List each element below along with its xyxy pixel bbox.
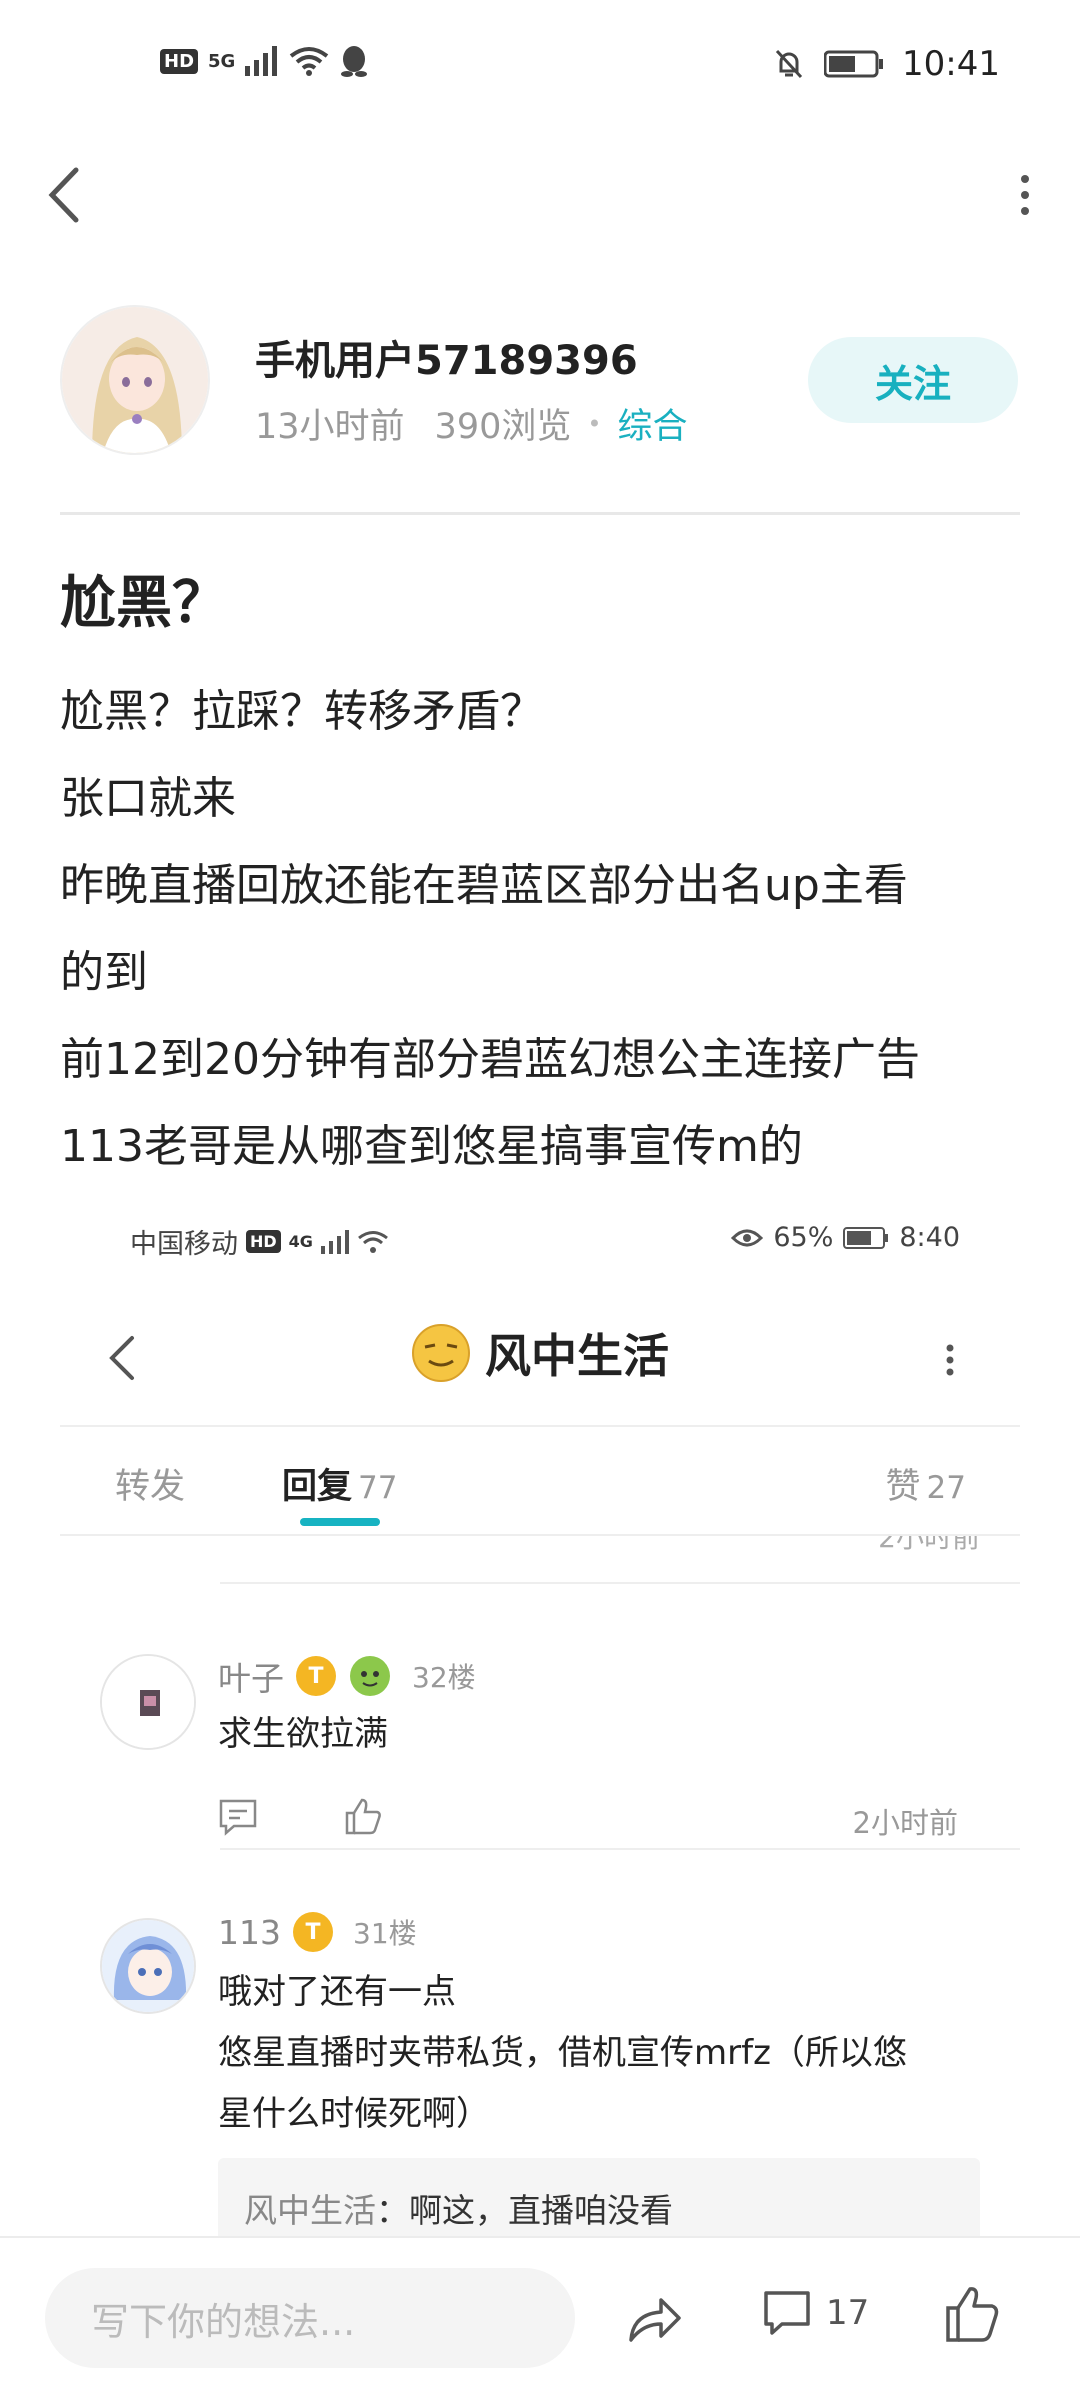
- post-line: 尬黑？拉踩？转移矛盾？: [60, 686, 544, 737]
- tab-like-count: 27: [926, 1470, 966, 1506]
- divider: [60, 512, 1020, 515]
- embedded-screenshot[interactable]: 中国移动 HD 4G 65% 8:40 风中生活 转发 回复 77 赞 27 2小时…: [60, 1200, 1020, 2240]
- wifi-icon: [290, 47, 329, 76]
- comment-time: 2小时前: [852, 1806, 958, 1840]
- previous-comment-peek: 2小时前: [220, 1536, 1020, 1560]
- like-icon[interactable]: [944, 2284, 1000, 2344]
- peek-time: 2小时前: [878, 1536, 980, 1554]
- divider: [220, 1582, 1020, 1584]
- comment-header: 叶子 T 32楼: [218, 1652, 476, 1700]
- embedded-header: 风中生活: [60, 1280, 1020, 1425]
- comment-header: 113 T 31楼: [218, 1912, 417, 1952]
- comment-text: 求生欲拉满: [218, 1714, 388, 1754]
- meta-dot: •: [587, 409, 602, 438]
- comment-avatar[interactable]: [100, 1654, 196, 1750]
- embedded-wifi-icon: [358, 1230, 388, 1253]
- comment-icon: [764, 2291, 810, 2335]
- mute-bell-icon: [775, 49, 803, 79]
- comment-count-button[interactable]: 17: [762, 2288, 869, 2338]
- tab-like[interactable]: 赞 27: [886, 1458, 966, 1509]
- bottom-bar: 写下你的想法... 17: [0, 2236, 1080, 2400]
- embedded-clock: 8:40: [899, 1222, 960, 1253]
- tab-forward[interactable]: 转发: [115, 1458, 185, 1509]
- view-count: 390浏览: [434, 407, 572, 447]
- clock: 10:41: [902, 44, 1000, 84]
- smiley-emoji-icon: [412, 1324, 470, 1382]
- post-meta: 13小时前 390浏览 • 综合: [255, 398, 688, 449]
- embedded-network-type: 4G: [288, 1232, 313, 1251]
- quote-colon: ：: [376, 2191, 409, 2230]
- comment-line: 悠星直播时夹带私货，借机宣传mrfz（所以悠: [218, 2033, 907, 2073]
- avatar-image: [102, 1656, 194, 1748]
- embedded-battery-percent: 65%: [773, 1222, 834, 1253]
- follow-button[interactable]: 关注: [808, 337, 1018, 423]
- embedded-status-bar: 中国移动 HD 4G 65% 8:40: [60, 1200, 1020, 1280]
- status-left-icons: HD 5G: [160, 44, 369, 78]
- active-tab-indicator: [300, 1518, 380, 1526]
- embedded-status-right: 65% 8:40: [731, 1222, 960, 1253]
- author-name[interactable]: 手机用户57189396: [255, 328, 638, 386]
- category-link[interactable]: 综合: [618, 398, 688, 449]
- tab-reply[interactable]: 回复 77: [282, 1458, 397, 1509]
- post-time: 13小时前: [255, 407, 405, 447]
- post-line: 张口就来: [60, 773, 236, 824]
- more-options-icon[interactable]: [1010, 165, 1040, 225]
- comment-text: 哦对了还有一点 悠星直播时夹带私货，借机宣传mrfz（所以悠 星什么时候死啊）: [218, 1962, 978, 2145]
- post-line: 113老哥是从哪查到悠星搞事宣传m的: [60, 1121, 803, 1172]
- comment-line: 星什么时候死啊）: [218, 2094, 490, 2134]
- post-body: 尬黑？拉踩？转移矛盾？ 张口就来 昨晚直播回放还能在碧蓝区部分出名up主看 的到…: [60, 668, 1020, 1190]
- back-arrow-icon[interactable]: [40, 160, 90, 230]
- embedded-signal-icon: [320, 1229, 349, 1254]
- level-badge-icon: T: [296, 1656, 336, 1696]
- comment-count: 17: [826, 2293, 870, 2333]
- eye-icon: [731, 1229, 764, 1246]
- post-line: 昨晚直播回放还能在碧蓝区部分出名up主看: [60, 860, 908, 911]
- qq-penguin-icon: [341, 46, 368, 77]
- comment-username[interactable]: 113: [218, 1913, 281, 1952]
- comment-line: 哦对了还有一点: [218, 1972, 456, 2012]
- embedded-carrier: 中国移动 HD 4G: [130, 1222, 389, 1261]
- tab-reply-count: 77: [358, 1470, 398, 1506]
- comment-floor: 32楼: [412, 1661, 476, 1694]
- embedded-tabs: 转发 回复 77 赞 27: [60, 1428, 1020, 1536]
- share-icon[interactable]: [625, 2290, 683, 2348]
- comment-floor: 31楼: [353, 1917, 417, 1950]
- thumbs-up-icon[interactable]: [343, 1796, 383, 1836]
- status-right-icons: 10:41: [772, 44, 1000, 84]
- tab-like-label: 赞: [885, 1467, 921, 1507]
- quoted-reply-body: 啊这，直播咱没看: [409, 2191, 673, 2230]
- status-bar: HD 5G 10:41: [0, 0, 1080, 130]
- divider: [60, 1425, 1020, 1427]
- embedded-more-icon[interactable]: [940, 1335, 960, 1385]
- battery-icon: [824, 50, 884, 78]
- embedded-title: 风中生活: [60, 1320, 1020, 1386]
- embedded-title-text: 风中生活: [485, 1329, 669, 1383]
- divider: [220, 1848, 1020, 1850]
- post-line: 前12到20分钟有部分碧蓝幻想公主连接广告: [60, 1034, 920, 1085]
- quoted-reply[interactable]: 风中生活：啊这，直播咱没看: [218, 2158, 980, 2240]
- embedded-hd-icon: HD: [246, 1230, 281, 1253]
- quoted-reply-text: 风中生活：啊这，直播咱没看: [244, 2184, 673, 2232]
- comment-username[interactable]: 叶子: [218, 1652, 284, 1700]
- anime-avatar-image: [62, 307, 208, 453]
- hd-icon: HD: [160, 48, 199, 74]
- reply-icon[interactable]: [218, 1798, 258, 1836]
- carrier-name: 中国移动: [130, 1229, 238, 1260]
- comment-avatar[interactable]: [100, 1918, 196, 2014]
- embedded-battery-icon: [843, 1226, 889, 1249]
- quoted-reply-name: 风中生活: [244, 2191, 376, 2230]
- sticker-badge-icon: [350, 1656, 390, 1696]
- post-title: 尬黑？: [60, 571, 228, 636]
- comment-input[interactable]: 写下你的想法...: [45, 2268, 575, 2368]
- tab-reply-label: 回复: [282, 1467, 353, 1507]
- avatar-image: [102, 1920, 194, 2012]
- network-type: 5G: [208, 50, 236, 72]
- comment-actions: 2小时前: [218, 1792, 958, 1842]
- level-badge-icon: T: [293, 1912, 333, 1952]
- post-line: 的到: [60, 947, 148, 998]
- signal-icon: [245, 46, 278, 76]
- author-avatar[interactable]: [60, 305, 210, 455]
